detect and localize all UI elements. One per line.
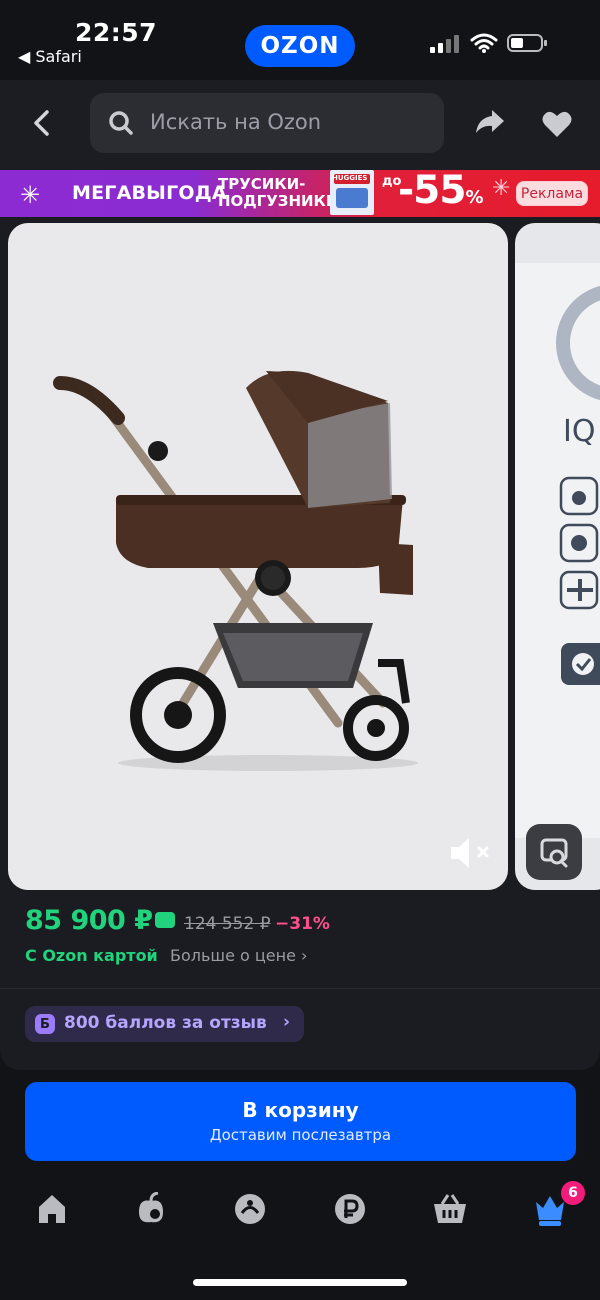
cellular-signal-icon — [430, 35, 459, 53]
status-time: 22:57 — [75, 18, 158, 47]
ozon-card-label: С Ozon картой — [25, 946, 158, 965]
image-search-button[interactable] — [526, 824, 582, 880]
chevron-right-icon: › — [301, 946, 308, 965]
ad-label[interactable]: Реклама — [516, 181, 588, 206]
stroller-image — [53, 370, 418, 771]
more-about-price-link[interactable]: Больше о цене › — [170, 946, 307, 965]
mute-sound-icon[interactable] — [447, 833, 493, 873]
promo-title: МЕГАВЫГОДА — [72, 182, 227, 204]
review-bonus-label[interactable]: 800 баллов за отзыв — [64, 1013, 267, 1033]
fresh-icon[interactable] — [134, 1192, 168, 1226]
promo-percent-sign: % — [465, 187, 483, 208]
back-arrow-icon[interactable] — [28, 108, 56, 138]
brand-iq-text: IQ — [563, 414, 595, 449]
pack-brand: HUGGIES — [332, 174, 368, 182]
search-placeholder[interactable]: Искать на Ozon — [150, 110, 321, 134]
promo-subtitle: ТРУСИКИ-ПОДГУЗНИКИ — [218, 175, 339, 210]
image-search-icon — [540, 838, 568, 868]
back-to-safari-link[interactable]: ◀ Safari — [18, 47, 82, 66]
more-about-price-label: Больше о цене — [170, 946, 296, 965]
product-photo[interactable] — [8, 223, 508, 890]
promo-discount: -55% — [398, 168, 484, 213]
points-icon: Б — [35, 1014, 55, 1034]
infographic-image: IQ — [515, 263, 600, 838]
discount-percent: −31% — [275, 914, 330, 934]
wifi-icon — [470, 33, 498, 53]
search-icon — [109, 111, 133, 135]
ozon-card-icon — [155, 912, 175, 928]
product-infographic[interactable]: IQ — [515, 223, 600, 890]
share-icon[interactable] — [474, 108, 506, 136]
old-price: 124 552 ₽ — [184, 914, 271, 934]
favorite-heart-icon[interactable] — [541, 110, 573, 138]
home-indicator — [193, 1279, 407, 1286]
catalog-icon[interactable] — [233, 1192, 267, 1226]
promo-discount-value: -55 — [398, 168, 466, 213]
notification-badge: 6 — [561, 1181, 585, 1205]
snowflake-icon: ✳ — [20, 181, 41, 209]
current-price: 85 900 ₽ — [25, 905, 153, 936]
chevron-right-icon: › — [283, 1012, 291, 1032]
divider — [0, 988, 600, 989]
diaper-pack-image: HUGGIES — [330, 170, 374, 215]
cart-icon[interactable] — [432, 1192, 468, 1226]
home-icon[interactable] — [35, 1192, 69, 1226]
finance-icon[interactable] — [333, 1192, 367, 1226]
delivery-estimate[interactable]: Доставим послезавтра — [25, 1126, 576, 1144]
battery-icon — [507, 34, 547, 52]
snowflake-icon: ✳ — [492, 176, 511, 201]
ozon-logo: OZON — [245, 25, 355, 67]
add-to-cart-label[interactable]: В корзину — [25, 1098, 576, 1122]
